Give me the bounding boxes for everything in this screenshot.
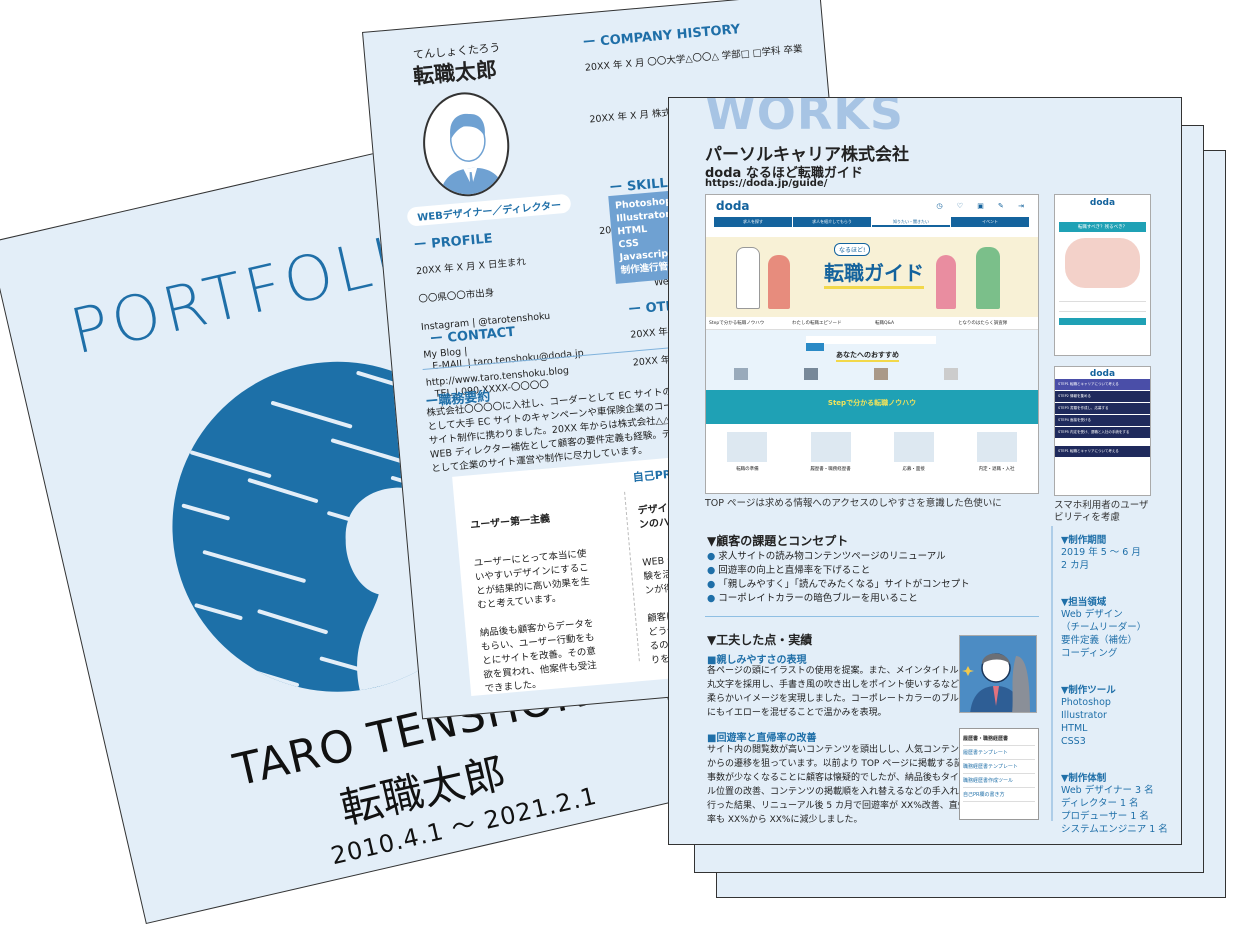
mock-search-bar <box>806 336 936 351</box>
mock-nav-item: 知りたい・聞きたい <box>872 217 950 227</box>
mock-subnav: Stepで分かる転職ノウハウ わたしの転職エピソード 転職Q&A となりのはたら… <box>706 317 1038 330</box>
mock-nav-item: 求人を探す <box>714 217 792 227</box>
scope-item: （チームリーダー） <box>1061 622 1147 633</box>
mock-step-label: 転職の準備 <box>736 467 759 472</box>
worker-illustration <box>976 247 1000 309</box>
point2-text: サイト内の閲覧数が高いコンテンツを頭出しし、人気コンテンツからの遷移を狙っていま… <box>707 745 969 825</box>
mock-step-label: 履歴書・職務経歴書 <box>810 467 851 472</box>
concept-item: 「親しみやすく」「読んでみたくなる」サイトがコンセプト <box>707 578 969 592</box>
mock-nav-item: イベント <box>951 217 1029 227</box>
team-item: Web デザイナー 3 名 <box>1061 785 1154 796</box>
mock-subnav-item: わたしの転職エピソード <box>792 321 842 326</box>
mock-hero: なるほど! 転職ガイド <box>706 237 1038 317</box>
sp-step-item: STEP5 内定を受け、退職と入社の手続をする <box>1055 427 1150 438</box>
businessman-illustration <box>959 635 1037 713</box>
pc-screenshot: doda ◷ ♡ ▣ ✎ ⇥ 求人を探す 求人を紹介してもらう 知りたい・聞きた… <box>705 194 1039 494</box>
period-value: 2019 年 5 〜 6 月 <box>1061 547 1141 558</box>
mock-subnav-item: となりのはたらく調査隊 <box>958 321 1008 326</box>
point2-title: ■回遊率と直帰率の改善 <box>707 733 817 744</box>
history-entry: 20XX 年 X 月 〇〇大学△〇〇△ 学部□ □学科 卒業 <box>584 43 803 74</box>
works-heading: WORKS <box>705 97 905 140</box>
tool-item: CSS3 <box>1061 736 1086 747</box>
mock-steps: 転職の準備 履歴書・職務経歴書 応募・面接 内定・退職・入社 <box>706 424 1038 472</box>
name: 転職太郎 <box>412 57 498 89</box>
sp-step-item: STEP3 書類を作成し、応募する <box>1055 403 1150 414</box>
project-info-sidebar: ▼制作期間 2019 年 5 〜 6 月 2 カ月 ▼担当領域 Web デザイン… <box>1051 526 1171 835</box>
menu-card-item: 履歴書テンプレート <box>963 746 1035 760</box>
mock-global-nav: 求人を探す 求人を紹介してもらう 知りたい・聞きたい イベント <box>714 217 1030 227</box>
mock-recommend-section: あなたへのおすすめ <box>706 330 1038 390</box>
mock-band-title: Stepで分かる転職ノウハウ <box>827 399 917 407</box>
doda-logo: doda <box>716 199 750 213</box>
sp-illustration <box>1065 238 1140 288</box>
mock-step-band: Stepで分かる転職ノウハウ <box>706 390 1038 424</box>
concept-item: 求人サイトの読み物コンテンツページのリニューアル <box>707 550 970 564</box>
mock-article-thumbs <box>734 368 958 380</box>
mock-nav-item: 求人を紹介してもらう <box>793 217 871 227</box>
team-item: システムエンジニア 1 名 <box>1061 824 1168 835</box>
mock-step-label: 内定・退職・入社 <box>978 467 1015 472</box>
pr-column: ユーザー第一主義 ユーザーにとって本当に使 いやすいデザインにするこ とが結果的… <box>469 492 636 710</box>
concept-item: 回遊率の向上と直帰率を下げること <box>707 564 970 578</box>
woman-illustration <box>936 255 956 309</box>
tools-heading: ▼制作ツール <box>1061 685 1116 696</box>
period-duration: 2 カ月 <box>1061 560 1090 571</box>
team-item: プロデューサー 1 名 <box>1061 811 1149 822</box>
job-title-badge: WEBデザイナー／ディレクター <box>406 193 572 227</box>
menu-card-title: 履歴書・職務経歴書 <box>963 732 1035 746</box>
tool-item: Illustrator <box>1061 710 1107 721</box>
menu-card-screenshot: 履歴書・職務経歴書 履歴書テンプレート 職務経歴書テンプレート 職務経歴書作成ツ… <box>959 728 1039 820</box>
sp-screenshot-caption: スマホ利用者のユーザ ビリティを考慮 <box>1054 500 1149 523</box>
pr-column-title: ユーザー第一主義 <box>469 513 551 532</box>
period-heading: ▼制作期間 <box>1061 535 1107 546</box>
sp-step-item: STEP1 転職とキャリアについて考える <box>1055 379 1150 390</box>
scope-item: コーディング <box>1061 648 1118 659</box>
tool-item: HTML <box>1061 723 1088 734</box>
avatar <box>418 88 514 200</box>
sp-screenshot-steps: doda STEP1 転職とキャリアについて考える STEP2 情報を集める S… <box>1054 366 1151 496</box>
menu-card-item: 職務経歴書テンプレート <box>963 760 1035 774</box>
works-page: WORKS パーソルキャリア株式会社 doda なるほど転職ガイド https:… <box>668 97 1182 845</box>
team-heading: ▼制作体制 <box>1061 773 1107 784</box>
concept-item: コーポレイトカラーの暗色ブルーを用いること <box>707 592 970 606</box>
menu-card-item: 自己PR欄の書き方 <box>963 788 1035 802</box>
chef-illustration <box>736 247 760 309</box>
scope-item: 要件定義（補佐） <box>1061 635 1138 646</box>
sp-screenshot-top: doda 転職すべき？残るべき？ <box>1054 194 1151 356</box>
mock-hero-badge: なるほど! <box>834 243 871 256</box>
doda-logo: doda <box>1089 198 1116 208</box>
doda-logo: doda <box>1089 369 1116 379</box>
tool-item: Photoshop <box>1061 697 1111 708</box>
sp-step-item: STEP2 情報を集める <box>1055 391 1150 402</box>
results-heading: ▼工夫した点・実績 <box>707 633 813 647</box>
menu-card-item: 職務経歴書作成ツール <box>963 774 1035 788</box>
hometown: 〇〇県〇〇市出身 <box>418 287 495 306</box>
scope-heading: ▼担当領域 <box>1061 597 1107 608</box>
sp-step-heading: STEP1 転職とキャリアについて考える <box>1055 446 1150 457</box>
pc-screenshot-caption: TOP ページは求める情報へのアクセスのしやすさを意識した色使いに <box>705 498 1002 509</box>
pr-column-text: ユーザーにとって本当に使 いやすいデザインにするこ とが結果的に高い効果を生 む… <box>473 548 598 695</box>
mock-subnav-item: Stepで分かる転職ノウハウ <box>709 321 765 326</box>
birth-date: 20XX 年 X 月 X 日生まれ <box>415 256 527 278</box>
header-icons: ◷ ♡ ▣ ✎ ⇥ <box>936 202 1030 210</box>
sp-card-title: 転職すべき？残るべき？ <box>1059 222 1146 232</box>
person-avatar-icon <box>440 113 506 200</box>
mock-hero-title: 転職ガイド <box>824 257 924 289</box>
mock-recommend-title: あなたへのおすすめ <box>836 350 899 362</box>
mock-step-label: 応募・面接 <box>902 467 925 472</box>
section-divider <box>705 616 1039 617</box>
sp-step-item: STEP4 面接を受ける <box>1055 415 1150 426</box>
self-pr-heading: 自己PR <box>632 467 672 485</box>
site-url: https://doda.jp/guide/ <box>705 178 828 189</box>
team-item: ディレクター 1 名 <box>1061 798 1139 809</box>
mother-illustration <box>768 255 790 309</box>
scope-item: Web デザイン <box>1061 609 1123 620</box>
concept-list: 求人サイトの読み物コンテンツページのリニューアル 回遊率の向上と直帰率を下げるこ… <box>707 550 970 606</box>
mock-subnav-item: 転職Q&A <box>875 321 895 326</box>
point1-text: 各ページの頭にイラストの使用を提案。また、メインタイトルに丸文字を採用し、手書き… <box>707 666 968 718</box>
concept-heading: ▼顧客の課題とコンセプト <box>707 534 849 548</box>
